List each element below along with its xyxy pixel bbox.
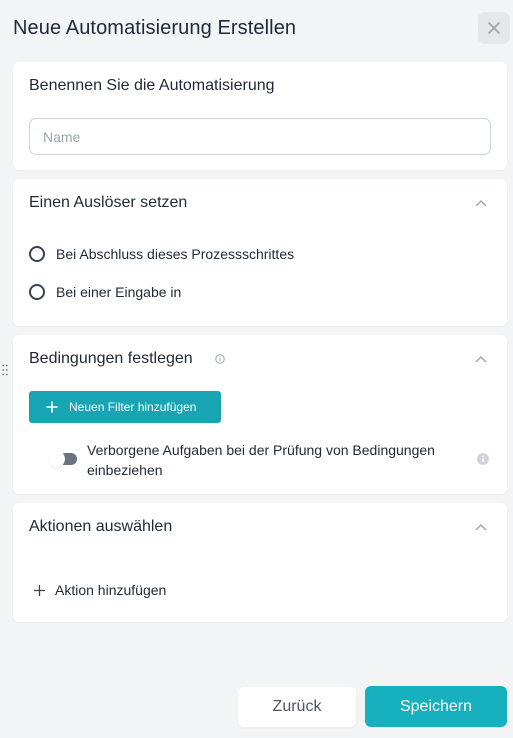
- info-icon[interactable]: [215, 354, 225, 364]
- drag-handle-icon[interactable]: [2, 364, 8, 376]
- conditions-section-title: Bedingungen festlegen: [29, 350, 193, 367]
- radio-label: Bei einer Eingabe in: [56, 284, 182, 300]
- chevron-up-icon[interactable]: [475, 199, 487, 207]
- add-action-label: Aktion hinzufügen: [55, 582, 167, 598]
- dialog-header: Neue Automatisierung Erstellen: [13, 12, 510, 44]
- back-button[interactable]: Zurück: [238, 687, 356, 727]
- trigger-section-title: Einen Auslöser setzen: [29, 194, 188, 211]
- radio-button[interactable]: [29, 246, 45, 262]
- add-action-button[interactable]: Aktion hinzufügen: [34, 582, 166, 598]
- conditions-card: Bedingungen festlegen Neuen Filter hinzu…: [13, 335, 507, 494]
- actions-section-title: Aktionen auswählen: [29, 518, 173, 535]
- toggle-knob: [49, 451, 65, 467]
- name-input[interactable]: [29, 118, 491, 155]
- dialog-title: Neue Automatisierung Erstellen: [13, 17, 297, 39]
- close-icon: [488, 22, 500, 34]
- hidden-tasks-toggle-label: Verborgene Aufgaben bei der Prüfung von …: [87, 442, 435, 478]
- add-filter-button[interactable]: Neuen Filter hinzufügen: [29, 391, 221, 423]
- actions-card: Aktionen auswählen Aktion hinzufügen: [13, 503, 507, 622]
- trigger-card: Einen Auslöser setzen Bei Abschluss dies…: [13, 179, 507, 326]
- hidden-tasks-toggle[interactable]: [49, 451, 77, 467]
- plus-icon: [34, 584, 45, 596]
- name-section-title: Benennen Sie die Automatisierung: [29, 77, 275, 94]
- radio-label: Bei Abschluss dieses Prozessschrittes: [56, 246, 295, 262]
- info-icon[interactable]: [477, 453, 489, 465]
- name-card: Benennen Sie die Automatisierung: [13, 62, 507, 170]
- trigger-option-step-complete[interactable]: Bei Abschluss dieses Prozessschrittes: [29, 246, 294, 262]
- chevron-up-icon[interactable]: [475, 523, 487, 531]
- add-filter-label: Neuen Filter hinzufügen: [69, 400, 197, 414]
- radio-button[interactable]: [29, 284, 45, 300]
- save-button[interactable]: Speichern: [365, 686, 507, 727]
- plus-icon: [46, 401, 58, 413]
- trigger-option-input[interactable]: Bei einer Eingabe in: [29, 284, 181, 300]
- close-button[interactable]: [478, 12, 510, 44]
- chevron-up-icon[interactable]: [475, 355, 487, 363]
